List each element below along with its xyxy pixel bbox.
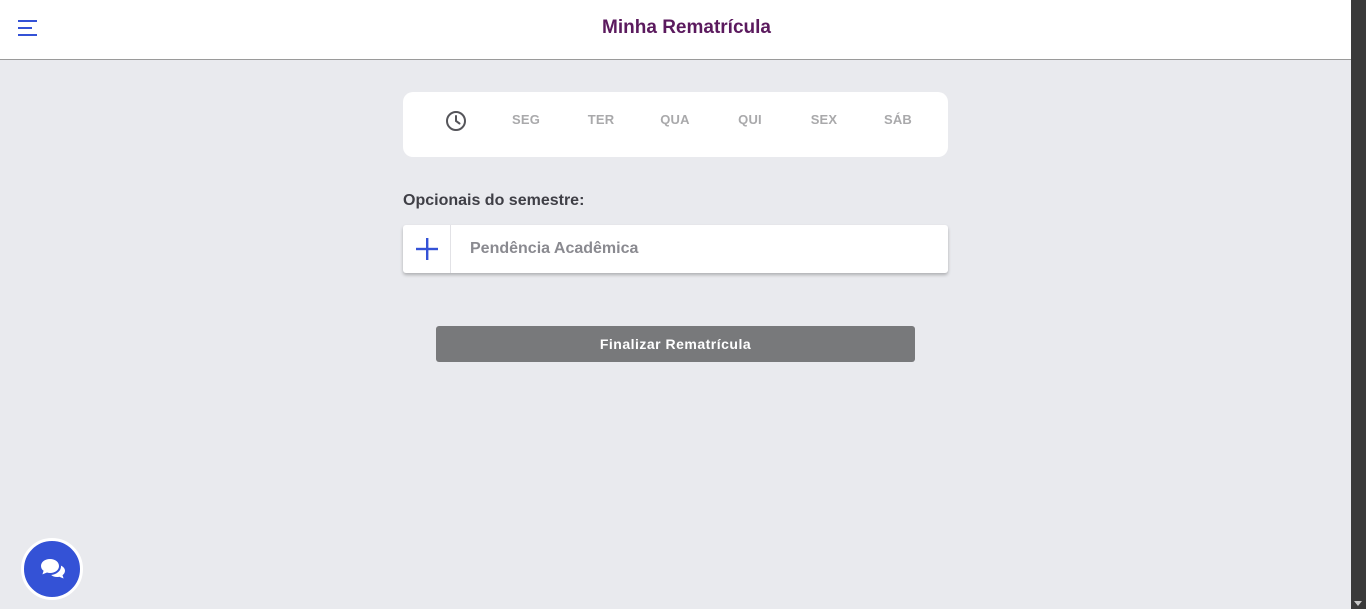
day-header-sex: SEX — [810, 112, 838, 127]
day-header-seg: SEG — [511, 112, 541, 127]
app-header: Minha Rematrícula — [0, 0, 1351, 60]
day-header-ter: TER — [587, 112, 615, 127]
day-header-qua: QUA — [660, 112, 690, 127]
optionals-section-label: Opcionais do semestre: — [403, 192, 585, 209]
optional-item: Pendência Acadêmica — [403, 225, 948, 273]
chat-button[interactable] — [21, 538, 83, 600]
plus-icon — [416, 238, 438, 260]
day-header-qui: QUI — [738, 112, 762, 127]
finalize-reenrollment-button[interactable]: Finalizar Rematrícula — [436, 326, 915, 362]
page-scrollbar[interactable] — [1351, 0, 1366, 609]
chat-bubbles-icon — [41, 559, 65, 579]
add-optional-button[interactable] — [403, 225, 451, 273]
day-header-sab: SÁB — [883, 112, 913, 127]
clock-icon — [446, 111, 466, 131]
scroll-down-arrow-icon[interactable] — [1354, 601, 1362, 606]
optional-item-label: Pendência Acadêmica — [470, 240, 639, 257]
page-title: Minha Rematrícula — [602, 17, 771, 38]
